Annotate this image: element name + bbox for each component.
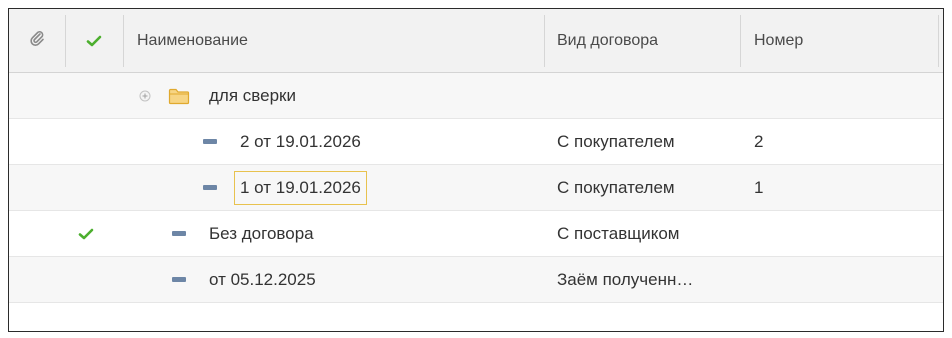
item-marker-icon [203, 139, 217, 144]
row-name: для сверки [209, 85, 296, 105]
row-name: 2 от 19.01.2026 [240, 131, 361, 151]
paperclip-icon [28, 29, 46, 52]
table-row[interactable]: для сверки [9, 73, 943, 119]
contracts-table: Наименование Вид договора Номер для свер… [8, 8, 944, 332]
attachment-column-header[interactable] [9, 9, 65, 72]
table-row[interactable]: от 05.12.2025 Заём полученн… [9, 257, 943, 303]
number-column-label: Номер [754, 31, 804, 49]
table-row[interactable]: 1 от 19.01.2026 С покупателем 1 [9, 165, 943, 211]
row-contract-type: С поставщиком [557, 223, 680, 243]
row-name: Без договора [209, 223, 314, 243]
table-row[interactable]: Без договора С поставщиком [9, 211, 943, 257]
name-column-label: Наименование [137, 31, 248, 49]
row-name-focused[interactable]: 1 от 19.01.2026 [234, 165, 367, 210]
contract-type-column-label: Вид договора [557, 31, 659, 49]
row-contract-type: Заём полученн… [557, 269, 694, 289]
row-contract-type: С покупателем [557, 177, 675, 197]
marked-column-header[interactable] [66, 9, 122, 72]
item-marker-icon [172, 277, 186, 282]
expand-icon[interactable] [139, 73, 151, 118]
folder-icon [168, 73, 190, 118]
checkmark-icon [78, 211, 94, 256]
row-name: 1 от 19.01.2026 [234, 170, 367, 205]
row-number: 2 [754, 131, 764, 151]
name-column-header[interactable]: Наименование [137, 9, 537, 72]
row-number: 1 [754, 177, 764, 197]
row-contract-type: С покупателем [557, 131, 675, 151]
number-column-header[interactable]: Номер [754, 9, 934, 72]
row-name: от 05.12.2025 [209, 269, 316, 289]
item-marker-icon [172, 231, 186, 236]
checkmark-icon [86, 34, 102, 48]
contract-type-column-header[interactable]: Вид договора [557, 9, 727, 72]
item-marker-icon [203, 185, 217, 190]
table-header: Наименование Вид договора Номер [9, 9, 943, 73]
table-row[interactable]: 2 от 19.01.2026 С покупателем 2 [9, 119, 943, 165]
